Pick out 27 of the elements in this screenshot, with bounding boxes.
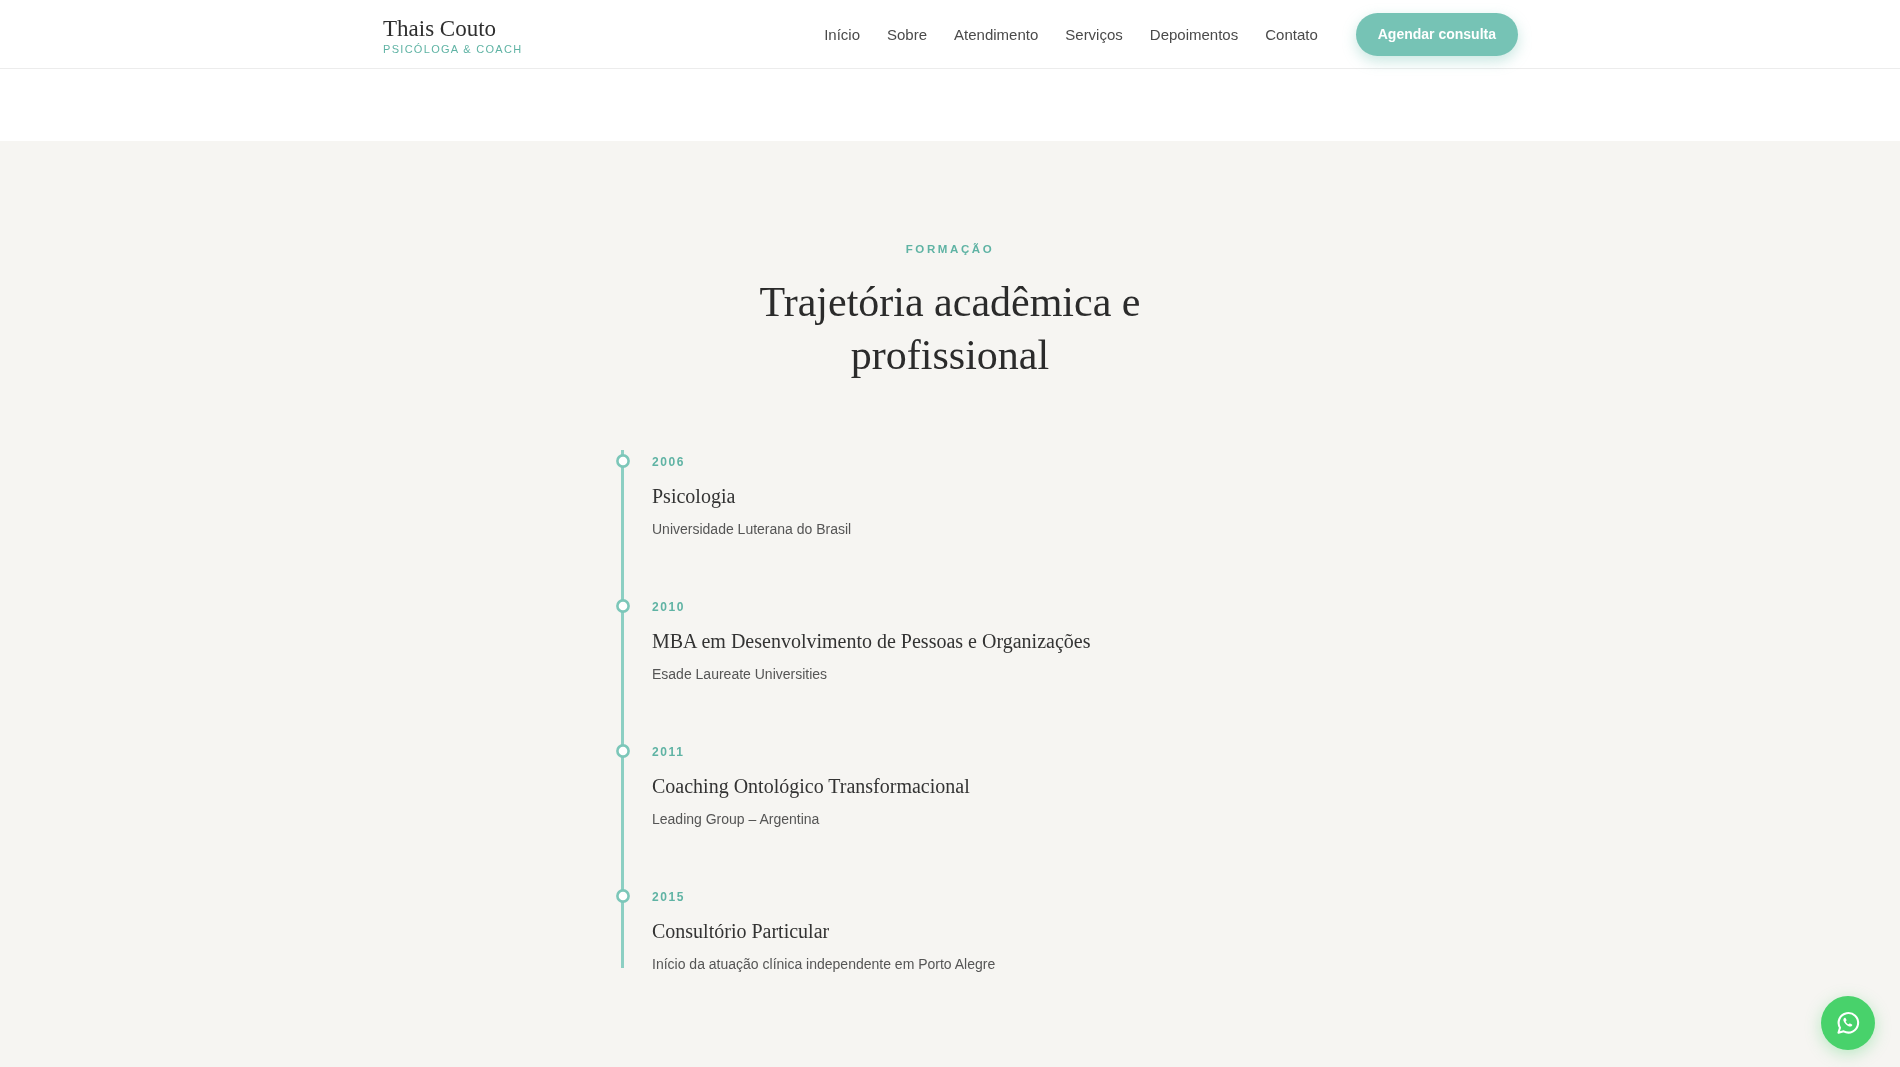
nav-link[interactable]: Sobre	[887, 25, 928, 43]
section-heading: Trajetória acadêmica e profissional	[758, 278, 1142, 380]
timeline-title: Consultório Particular	[652, 919, 830, 944]
nav-link[interactable]: Depoimentos	[1149, 25, 1239, 43]
nav-link[interactable]: Atendimento	[954, 25, 1039, 43]
timeline-year: 2006	[652, 454, 686, 470]
phone-bubble-icon	[1835, 1010, 1861, 1036]
timeline-dot-icon	[616, 599, 630, 613]
nav-link[interactable]: Início	[824, 25, 860, 43]
timeline-year: 2011	[652, 744, 685, 760]
timeline-institution: Esade Laureate Universities	[652, 665, 828, 684]
timeline-year: 2010	[652, 599, 686, 615]
timeline-institution: Início da atuação clínica independente em Porto Alegre	[652, 955, 996, 974]
timeline-institution: Leading Group – Argentina	[652, 810, 820, 829]
logo-text[interactable]: Thais Couto	[383, 14, 523, 42]
logo-tagline: PSICÓLOGA & COACH	[383, 41, 523, 56]
timeline-dot-icon	[616, 744, 630, 758]
nav-link[interactable]: Contato	[1265, 25, 1318, 43]
timeline-institution: Universidade Luterana do Brasil	[652, 520, 852, 539]
timeline-title: Coaching Ontológico Transformacional	[652, 774, 970, 800]
nav-link[interactable]: Serviços	[1065, 25, 1123, 43]
timeline-year: 2015	[652, 889, 686, 905]
timeline-title: MBA em Desenvolvimento de Pessoas e Organizações	[652, 629, 1091, 655]
timeline-dot-icon	[616, 454, 630, 468]
timeline-dot-icon	[616, 889, 630, 903]
section-eyebrow: FORMAÇÃO	[905, 242, 995, 257]
timeline-title: Psicologia	[652, 484, 736, 510]
